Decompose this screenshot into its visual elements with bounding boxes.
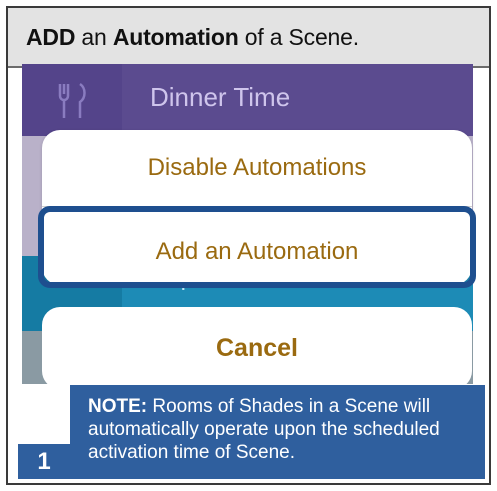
title-of-scene: of a Scene.	[238, 23, 359, 50]
scene-row-dinner[interactable]: Dinner Time	[22, 64, 473, 136]
title-automation: Automation	[112, 23, 239, 50]
title-add: ADD	[26, 23, 76, 50]
highlight-box	[38, 206, 476, 288]
page-title: ADD an Automation of a Scene.	[8, 8, 489, 68]
scene-icon-cell	[22, 64, 122, 136]
disable-automations-button[interactable]: Disable Automations	[42, 154, 472, 182]
fork-knife-icon	[58, 82, 86, 118]
note-prefix: NOTE:	[88, 396, 148, 417]
scene-label-dinner: Dinner Time	[150, 82, 291, 112]
title-an: an	[75, 23, 113, 50]
step-number-badge: 1	[18, 444, 70, 479]
note-callout: NOTE: Rooms of Shades in a Scene will au…	[70, 385, 485, 479]
cancel-button[interactable]: Cancel	[42, 307, 472, 389]
